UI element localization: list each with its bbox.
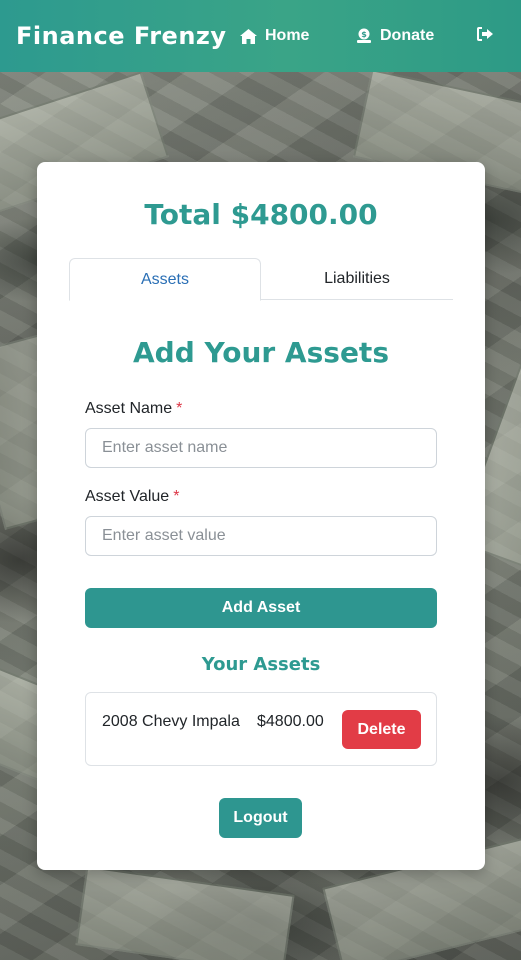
tab-assets[interactable]: Assets <box>69 258 261 301</box>
asset-value-label-text: Asset Value <box>85 488 170 505</box>
asset-name-label: Asset Name * <box>85 400 182 418</box>
total-amount: Total $4800.00 <box>144 198 378 231</box>
asset-list-item: 2008 Chevy Impala $4800.00 Delete <box>85 692 437 766</box>
asset-name-input[interactable] <box>85 428 437 468</box>
nav-home-label: Home <box>265 27 310 44</box>
asset-card: Total $4800.00 Assets Liabilities Add Yo… <box>37 162 485 870</box>
required-marker: * <box>173 488 180 505</box>
home-icon <box>240 28 257 44</box>
add-asset-button[interactable]: Add Asset <box>85 588 437 628</box>
nav-home-link[interactable]: Home <box>240 27 309 45</box>
tab-liabilities[interactable]: Liabilities <box>261 258 453 300</box>
donate-icon: $ <box>356 28 372 44</box>
asset-value-label: Asset Value * <box>85 488 179 506</box>
delete-asset-button[interactable]: Delete <box>342 710 421 749</box>
logout-button[interactable]: Logout <box>219 798 302 838</box>
background-bill <box>75 865 295 960</box>
nav-donate-link[interactable]: $ Donate <box>356 27 434 45</box>
asset-liability-tabs: Assets Liabilities <box>69 258 453 301</box>
form-title: Add Your Assets <box>133 336 389 369</box>
asset-name-label-text: Asset Name <box>85 400 173 417</box>
brand-logo[interactable]: Finance Frenzy <box>16 22 227 50</box>
nav-donate-label: Donate <box>380 27 435 44</box>
navbar: Finance Frenzy Home $ Donate <box>0 0 521 72</box>
svg-text:$: $ <box>361 30 367 39</box>
logout-icon <box>477 27 493 41</box>
nav-logout-link[interactable] <box>477 27 493 41</box>
asset-item-name: 2008 Chevy Impala <box>102 713 240 730</box>
required-marker: * <box>176 400 183 417</box>
asset-value-input[interactable] <box>85 516 437 556</box>
your-assets-title: Your Assets <box>201 654 321 675</box>
asset-item-value: $4800.00 <box>257 713 324 730</box>
